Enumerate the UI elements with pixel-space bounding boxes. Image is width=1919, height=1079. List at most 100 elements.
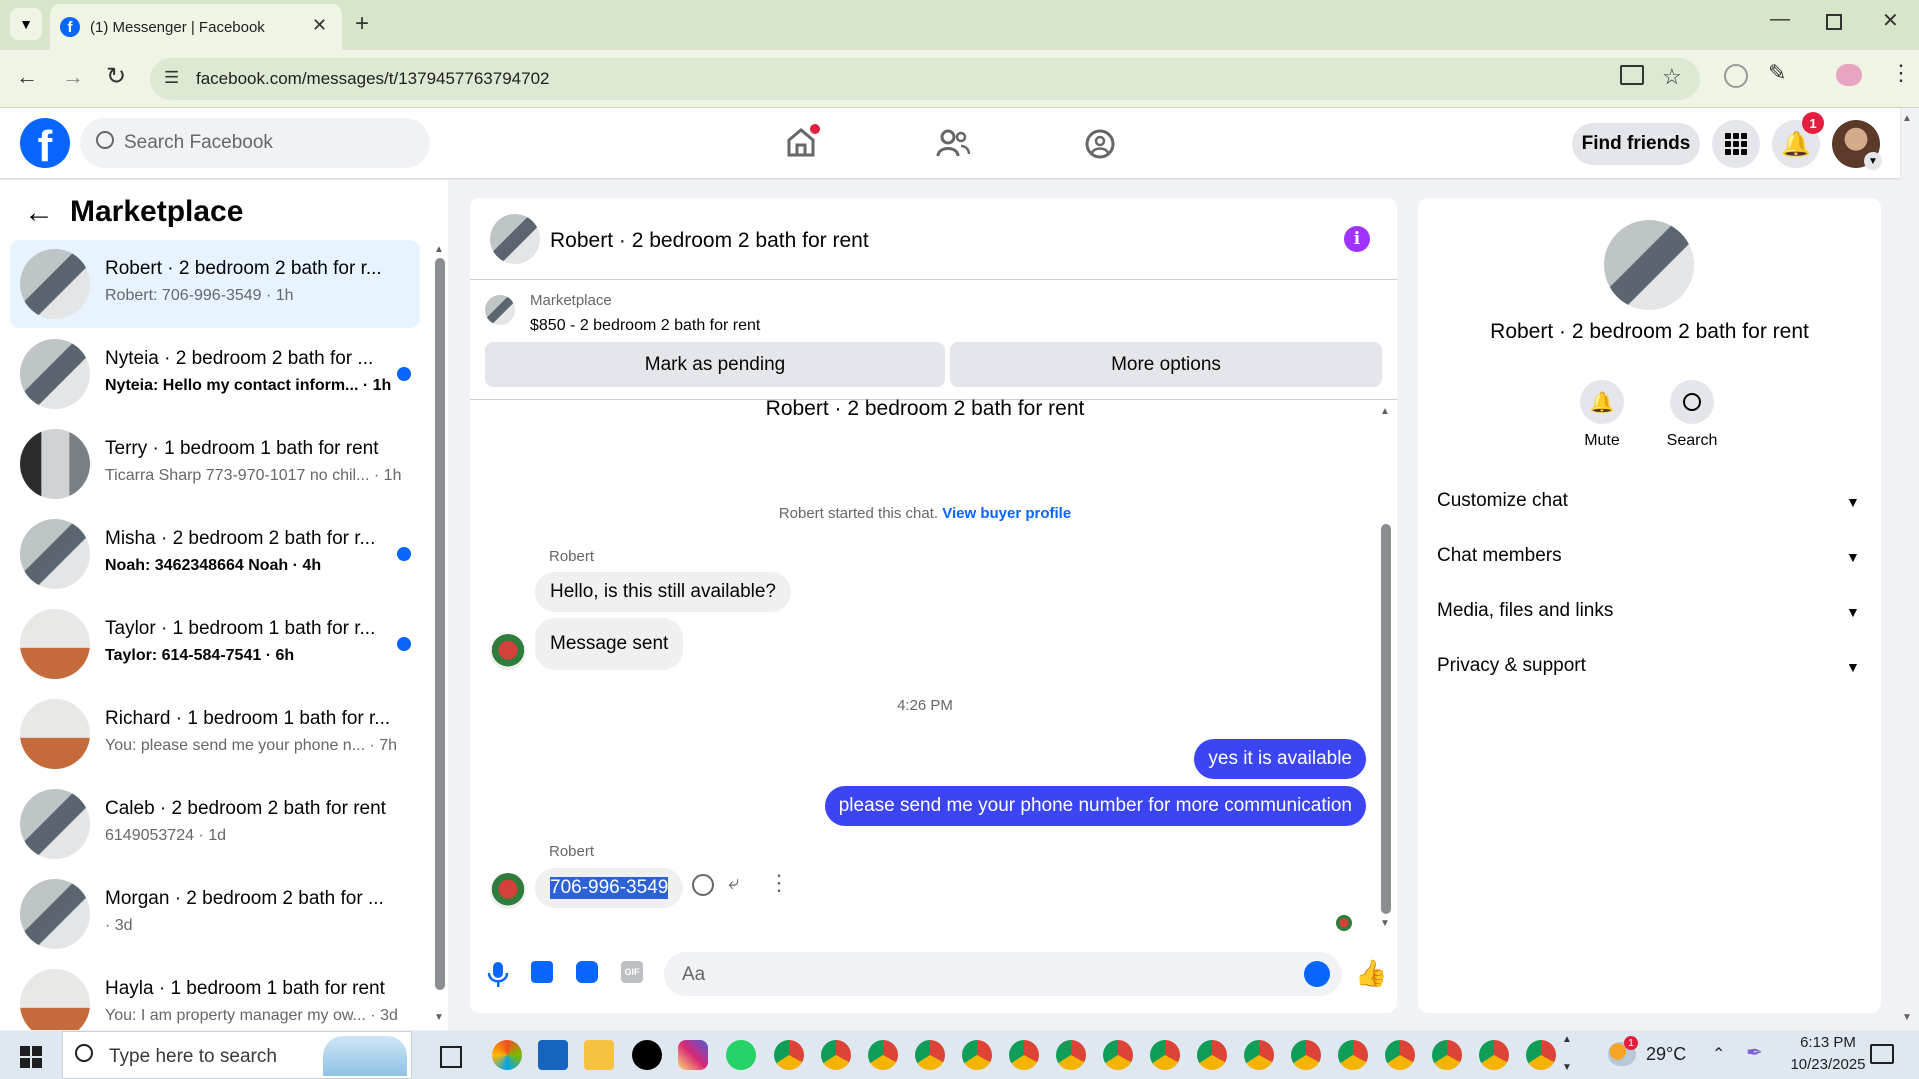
browser-menu-icon[interactable]: ⋮ xyxy=(1890,60,1912,86)
pen-icon[interactable]: ✒ xyxy=(1746,1040,1763,1065)
install-app-icon[interactable] xyxy=(1620,65,1644,85)
chrome-profile-icon[interactable] xyxy=(774,1040,804,1070)
extensions-icon[interactable]: ✎ xyxy=(1768,60,1786,86)
forward-icon[interactable]: → xyxy=(62,64,84,90)
chrome-profile-icon[interactable] xyxy=(1479,1040,1509,1070)
url-text[interactable]: facebook.com/messages/t/1379457763794702 xyxy=(196,69,549,89)
microphone-icon[interactable] xyxy=(486,960,510,993)
weather-temp[interactable]: 29°C xyxy=(1646,1044,1686,1065)
tab-search-icon[interactable]: ▼ xyxy=(10,8,42,40)
message-input[interactable]: Aa xyxy=(664,952,1342,996)
chrome-profile-icon[interactable] xyxy=(1150,1040,1180,1070)
translate-icon[interactable] xyxy=(1724,64,1748,88)
restore-icon[interactable] xyxy=(1826,14,1842,30)
privacy-support-section[interactable]: Privacy & support xyxy=(1437,655,1586,677)
notification-center-icon[interactable] xyxy=(1870,1044,1894,1064)
outgoing-message[interactable]: please send me your phone number for mor… xyxy=(824,786,1366,826)
site-info-icon[interactable]: ☰ xyxy=(164,68,179,88)
chat-header-avatar[interactable] xyxy=(490,214,540,264)
chrome-profile-icon[interactable] xyxy=(1338,1040,1368,1070)
window-close-icon[interactable]: ✕ xyxy=(1882,8,1899,33)
search-input[interactable]: Search Facebook xyxy=(124,132,273,154)
conversation-item[interactable]: Caleb · 2 bedroom 2 bath for rent 614905… xyxy=(10,780,420,868)
windows-start-icon[interactable] xyxy=(20,1046,42,1073)
left-scroll-up-icon[interactable]: ▲ xyxy=(434,244,444,255)
listing-text[interactable]: $850 - 2 bedroom 2 bath for rent xyxy=(530,317,760,335)
page-scroll-down-icon[interactable]: ▼ xyxy=(1902,1012,1912,1023)
left-scrollbar-thumb[interactable] xyxy=(435,258,445,990)
media-files-links-section[interactable]: Media, files and links xyxy=(1437,600,1613,622)
chevron-down-icon[interactable]: ▼ xyxy=(1846,494,1860,510)
reply-icon[interactable]: ⤶ xyxy=(728,872,739,895)
chrome-profile-icon[interactable] xyxy=(1103,1040,1133,1070)
sticker-icon[interactable] xyxy=(576,961,598,983)
conversation-item[interactable]: Robert · 2 bedroom 2 bath for r... Rober… xyxy=(10,240,420,328)
new-tab-icon[interactable]: + xyxy=(355,10,369,38)
view-buyer-profile-link[interactable]: View buyer profile xyxy=(942,505,1071,522)
taskbar-overflow-down-icon[interactable]: ▼ xyxy=(1562,1062,1572,1073)
incoming-message[interactable]: Hello, is this still available? xyxy=(535,572,791,612)
chrome-profile-icon[interactable] xyxy=(1197,1040,1227,1070)
chat-scrollbar-thumb[interactable] xyxy=(1381,524,1391,914)
find-friends-button[interactable]: Find friends xyxy=(1572,123,1700,165)
bookmark-star-icon[interactable]: ☆ xyxy=(1662,64,1682,90)
info-icon[interactable]: i xyxy=(1344,226,1370,252)
mark-pending-button[interactable]: Mark as pending xyxy=(485,342,945,387)
phone-number-selected[interactable]: 706-996-3549 xyxy=(550,877,669,899)
file-explorer-icon[interactable] xyxy=(584,1040,614,1070)
browser-tab[interactable]: f (1) Messenger | Facebook ✕ xyxy=(50,4,342,50)
conversation-item[interactable]: Richard · 1 bedroom 1 bath for r... You:… xyxy=(10,690,420,778)
copilot-icon[interactable] xyxy=(492,1040,522,1070)
chrome-profile-icon[interactable] xyxy=(1526,1040,1556,1070)
chrome-profile-icon[interactable] xyxy=(1432,1040,1462,1070)
groups-icon[interactable] xyxy=(1084,128,1116,165)
taskbar-overflow-up-icon[interactable]: ▲ xyxy=(1562,1034,1572,1045)
clock-date[interactable]: 10/23/2025 xyxy=(1778,1056,1878,1073)
chevron-down-icon[interactable]: ▼ xyxy=(1846,604,1860,620)
tiktok-icon[interactable] xyxy=(632,1040,662,1070)
conversation-item[interactable]: Misha · 2 bedroom 2 bath for r... Noah: … xyxy=(10,510,420,598)
taskbar-search-box[interactable]: Type here to search xyxy=(62,1031,412,1079)
like-thumb-icon[interactable]: 👍 xyxy=(1355,958,1387,989)
chrome-profile-icon[interactable] xyxy=(1244,1040,1274,1070)
profile-icon[interactable] xyxy=(1836,64,1862,86)
tab-close-icon[interactable]: ✕ xyxy=(312,15,327,36)
chrome-active-icon[interactable] xyxy=(1385,1040,1415,1070)
friends-icon[interactable] xyxy=(936,128,971,163)
details-search-icon[interactable] xyxy=(1670,380,1714,424)
conversation-item[interactable]: Nyteia · 2 bedroom 2 bath for ... Nyteia… xyxy=(10,330,420,418)
chrome-profile-icon[interactable] xyxy=(1009,1040,1039,1070)
chrome-profile-icon[interactable] xyxy=(821,1040,851,1070)
page-scroll-up-icon[interactable]: ▲ xyxy=(1902,113,1912,124)
chevron-down-icon[interactable]: ▼ xyxy=(1846,549,1860,565)
reload-icon[interactable]: ↻ xyxy=(106,62,126,91)
more-actions-icon[interactable]: ⋮ xyxy=(768,870,790,896)
url-box[interactable]: ☰ facebook.com/messages/t/13794577637947… xyxy=(150,58,1700,100)
outgoing-message[interactable]: yes it is available xyxy=(1194,739,1366,779)
facebook-logo-icon[interactable]: f xyxy=(20,118,70,168)
chrome-profile-icon[interactable] xyxy=(915,1040,945,1070)
chat-scroll-down-icon[interactable]: ▼ xyxy=(1380,918,1390,929)
incoming-message[interactable]: 706-996-3549 xyxy=(535,868,684,908)
clock-time[interactable]: 6:13 PM xyxy=(1778,1034,1878,1051)
chrome-profile-icon[interactable] xyxy=(868,1040,898,1070)
chat-members-section[interactable]: Chat members xyxy=(1437,545,1562,567)
chrome-profile-icon[interactable] xyxy=(1291,1040,1321,1070)
photo-icon[interactable] xyxy=(531,961,553,983)
emoji-icon[interactable] xyxy=(1304,961,1330,987)
chat-title[interactable]: Robert · 2 bedroom 2 bath for rent xyxy=(550,229,869,253)
whatsapp-icon[interactable] xyxy=(726,1040,756,1070)
left-scroll-down-icon[interactable]: ▼ xyxy=(434,1012,444,1023)
back-icon[interactable]: ← xyxy=(16,64,38,90)
task-view-icon[interactable] xyxy=(440,1046,462,1068)
menu-grid-icon[interactable] xyxy=(1712,120,1760,168)
home-icon[interactable] xyxy=(786,124,820,157)
chrome-profile-icon[interactable] xyxy=(962,1040,992,1070)
chevron-down-icon[interactable]: ▼ xyxy=(1846,659,1860,675)
chrome-profile-icon[interactable] xyxy=(1056,1040,1086,1070)
react-emoji-icon[interactable] xyxy=(692,874,714,896)
details-avatar[interactable] xyxy=(1604,220,1694,310)
chat-scroll-up-icon[interactable]: ▲ xyxy=(1380,406,1390,417)
facebook-search-box[interactable]: Search Facebook xyxy=(80,118,430,168)
minimize-icon[interactable]: — xyxy=(1770,8,1790,31)
